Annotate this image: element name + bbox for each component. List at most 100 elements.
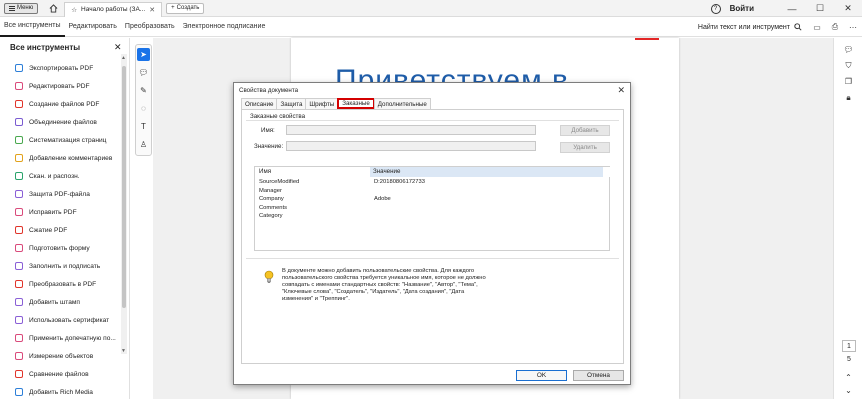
tool-label: Заполнить и подписать <box>29 262 101 270</box>
tool-item[interactable]: Добавить штамп <box>0 293 120 311</box>
panel-scroll-thumb[interactable] <box>122 66 126 308</box>
page-down-icon[interactable]: ⌄ <box>843 385 854 396</box>
tab-custom[interactable]: Заказные <box>337 98 375 109</box>
main-toolbar: Все инструменты Редактировать Преобразов… <box>0 17 862 37</box>
scroll-down-icon[interactable]: ▼ <box>121 348 126 354</box>
scroll-up-icon[interactable]: ▲ <box>121 55 126 61</box>
create-label: Создать <box>176 5 200 11</box>
comments-panel-icon[interactable]: 💬︎ <box>843 44 854 55</box>
tool-item[interactable]: Использовать сертификат <box>0 311 120 329</box>
table-row[interactable]: Category <box>255 213 610 221</box>
bookmark-icon[interactable]: ⛉ <box>843 60 854 71</box>
tool-item[interactable]: Преобразовать в PDF <box>0 275 120 293</box>
tool-item[interactable]: Добавить Rich Media <box>0 383 120 399</box>
cancel-button[interactable]: Отмена <box>573 370 624 381</box>
name-input[interactable] <box>286 125 536 135</box>
value-input[interactable] <box>286 141 536 151</box>
tab-all-tools[interactable]: Все инструменты <box>0 17 65 37</box>
dialog-close-icon[interactable]: ✕ <box>617 85 625 96</box>
tool-label: Редактировать PDF <box>29 82 90 90</box>
tool-label: Исправить PDF <box>29 208 77 216</box>
tool-item[interactable]: Исправить PDF <box>0 203 120 221</box>
tool-icon <box>15 118 23 126</box>
tool-label: Создание файлов PDF <box>29 100 100 108</box>
home-icon[interactable] <box>48 3 58 13</box>
tool-icon <box>15 352 23 360</box>
minimize-icon[interactable]: — <box>778 4 806 14</box>
stamp-icon[interactable]: ♙ <box>137 138 150 151</box>
find-tool-button[interactable]: Найти текст или инструмент <box>698 17 802 37</box>
ok-button[interactable]: OK <box>516 370 567 381</box>
add-button[interactable]: Добавить <box>560 125 610 136</box>
signin-button[interactable]: Войти <box>730 4 754 13</box>
maximize-icon[interactable]: ☐ <box>806 3 834 14</box>
tool-label: Объединение файлов <box>29 118 97 126</box>
table-row[interactable]: Comments <box>255 205 610 213</box>
tool-item[interactable]: Подготовить форму <box>0 239 120 257</box>
lock-icon[interactable]: 🔒︎ <box>843 92 854 103</box>
col-value-header[interactable]: Значение <box>373 168 400 175</box>
help-icon[interactable]: ? <box>710 3 721 14</box>
tool-item[interactable]: Добавление комментариев <box>0 149 120 167</box>
tool-item[interactable]: Защита PDF-файла <box>0 185 120 203</box>
tool-item[interactable]: Редактировать PDF <box>0 77 120 95</box>
table-scrollbar[interactable] <box>603 177 609 250</box>
tool-item[interactable]: Сжатие PDF <box>0 221 120 239</box>
tab-esign[interactable]: Электронное подписание <box>179 17 270 37</box>
delete-button[interactable]: Удалить <box>560 142 610 153</box>
select-cursor-icon[interactable]: ➤ <box>137 48 150 61</box>
table-row[interactable]: Manager <box>255 188 610 196</box>
tool-icon <box>15 208 23 216</box>
lasso-icon[interactable]: ◌ <box>137 102 150 115</box>
tool-icon <box>15 226 23 234</box>
all-tools-panel: Все инструменты ✕ Экспортировать PDF Реда… <box>0 38 130 399</box>
star-icon[interactable]: ☆ <box>71 6 77 14</box>
search-icon <box>794 23 802 31</box>
tool-item[interactable]: Заполнить и подписать <box>0 257 120 275</box>
tab-advanced[interactable]: Дополнительные <box>373 98 431 109</box>
property-name: Category <box>259 213 283 219</box>
tool-item[interactable]: Сравнение файлов <box>0 365 120 383</box>
create-button[interactable]: + Создать <box>166 2 205 14</box>
table-row[interactable]: SourceModified D:20180806172733 <box>255 179 610 187</box>
tool-label: Использовать сертификат <box>29 316 110 324</box>
tool-item[interactable]: Измерение объектов <box>0 347 120 365</box>
page-number-input[interactable]: 1 <box>842 340 856 352</box>
pen-icon[interactable]: ✎ <box>137 84 150 97</box>
col-name-header[interactable]: Имя <box>259 168 271 175</box>
panel-close-icon[interactable]: ✕ <box>114 42 122 53</box>
tool-item[interactable]: Экспортировать PDF <box>0 59 120 77</box>
tool-item[interactable]: Систематизация страниц <box>0 131 120 149</box>
info-text: В документе можно добавить пользовательс… <box>282 268 486 302</box>
tab-edit[interactable]: Редактировать <box>65 17 121 37</box>
panel-title: Все инструменты <box>10 43 81 52</box>
tab-fonts[interactable]: Шрифты <box>305 98 339 109</box>
custom-tab-content: Заказные свойства Имя: Добавить Значение… <box>241 109 624 364</box>
document-tab[interactable]: ☆ Начало работы (ЗА... ✕ <box>64 1 163 17</box>
tab-security[interactable]: Защита <box>276 98 307 109</box>
text-select-icon[interactable]: T <box>137 120 150 133</box>
tab-close-icon[interactable]: ✕ <box>149 6 155 14</box>
tool-label: Систематизация страниц <box>29 136 107 144</box>
close-window-icon[interactable]: ✕ <box>834 3 862 14</box>
more-icon[interactable]: ⋯ <box>844 23 862 32</box>
tool-item[interactable]: Скан. и распозн. <box>0 167 120 185</box>
tool-label: Добавить Rich Media <box>29 388 93 396</box>
tool-item[interactable]: Объединение файлов <box>0 113 120 131</box>
tab-convert[interactable]: Преобразовать <box>121 17 179 37</box>
property-name: Company <box>259 196 284 202</box>
table-row[interactable]: Company Adobe <box>255 196 610 204</box>
pages-icon[interactable]: ❐ <box>843 76 854 87</box>
comment-icon[interactable]: 💬︎ <box>137 66 150 79</box>
property-value: Adobe <box>374 196 391 202</box>
tool-item[interactable]: Применить допечатную по... <box>0 329 120 347</box>
lightbulb-icon <box>264 270 274 283</box>
tool-label: Добавление комментариев <box>29 154 113 162</box>
tool-item[interactable]: Создание файлов PDF <box>0 95 120 113</box>
value-label: Значение: <box>254 143 284 150</box>
menu-button[interactable]: Меню <box>4 2 39 14</box>
save-icon[interactable]: ▭ <box>808 23 826 32</box>
print-icon[interactable]: ⎙ <box>826 22 844 32</box>
page-up-icon[interactable]: ⌃ <box>843 372 854 383</box>
tab-description[interactable]: Описание <box>241 98 278 109</box>
